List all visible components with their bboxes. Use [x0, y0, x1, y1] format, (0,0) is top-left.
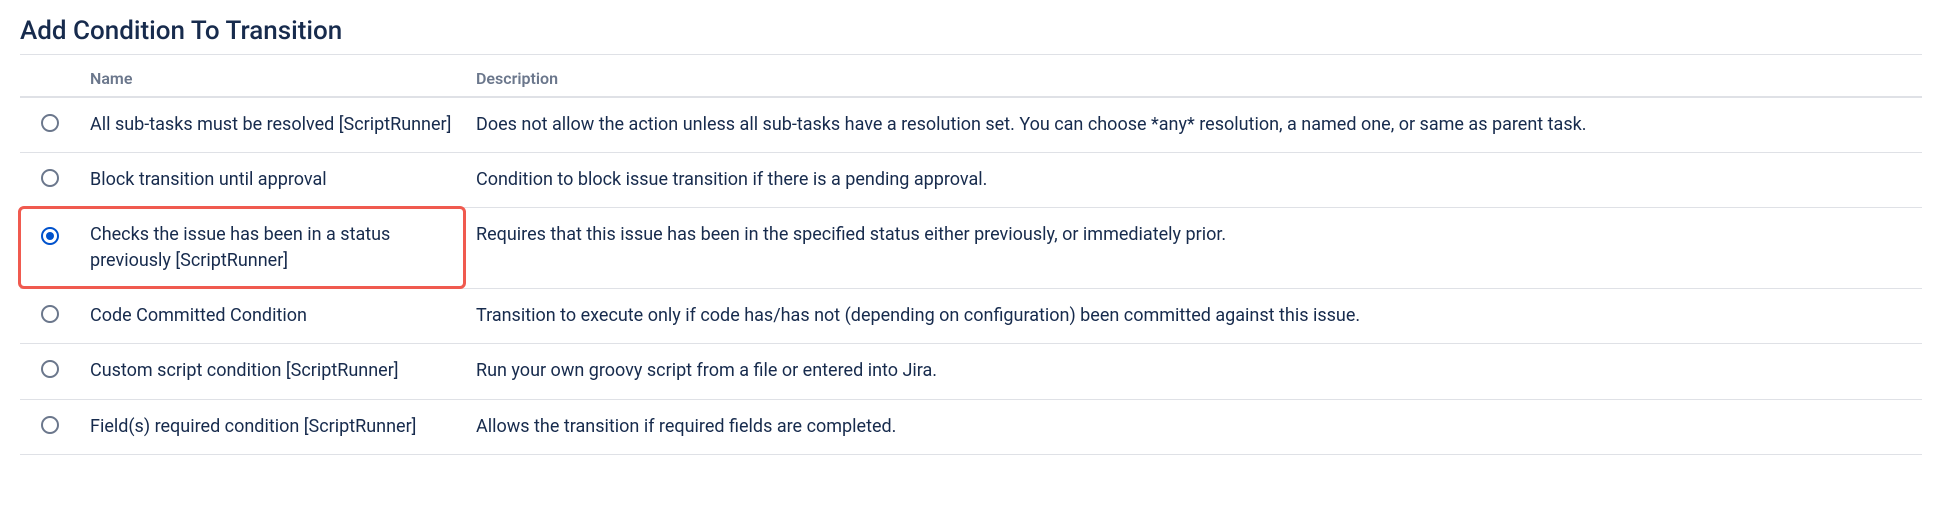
table-row[interactable]: Field(s) required condition [ScriptRunne… [20, 399, 1922, 454]
condition-table-wrap: Name Description All sub-tasks must be r… [20, 55, 1922, 455]
table-row[interactable]: Custom script condition [ScriptRunner]Ru… [20, 344, 1922, 399]
table-row[interactable]: Code Committed ConditionTransition to ex… [20, 289, 1922, 344]
condition-description: Allows the transition if required fields… [466, 399, 1922, 454]
condition-radio[interactable] [41, 114, 59, 132]
condition-description: Requires that this issue has been in the… [466, 208, 1922, 289]
table-row[interactable]: Block transition until approvalCondition… [20, 153, 1922, 208]
condition-name: Checks the issue has been in a status pr… [80, 208, 466, 289]
condition-description: Transition to execute only if code has/h… [466, 289, 1922, 344]
header-radio [20, 55, 80, 97]
condition-radio[interactable] [41, 360, 59, 378]
table-row[interactable]: All sub-tasks must be resolved [ScriptRu… [20, 97, 1922, 153]
radio-cell [20, 289, 80, 344]
table-header-row: Name Description [20, 55, 1922, 97]
radio-cell [20, 208, 80, 289]
radio-dot-icon [46, 232, 54, 240]
condition-name: Code Committed Condition [80, 289, 466, 344]
radio-cell [20, 344, 80, 399]
header-description: Description [466, 55, 1922, 97]
condition-name: Block transition until approval [80, 153, 466, 208]
header-name: Name [80, 55, 466, 97]
condition-description: Condition to block issue transition if t… [466, 153, 1922, 208]
condition-name: Custom script condition [ScriptRunner] [80, 344, 466, 399]
condition-description: Run your own groovy script from a file o… [466, 344, 1922, 399]
radio-cell [20, 97, 80, 153]
condition-radio[interactable] [41, 227, 59, 245]
condition-radio[interactable] [41, 416, 59, 434]
radio-cell [20, 153, 80, 208]
radio-cell [20, 399, 80, 454]
condition-table-body: All sub-tasks must be resolved [ScriptRu… [20, 97, 1922, 454]
table-row[interactable]: Checks the issue has been in a status pr… [20, 208, 1922, 289]
condition-name: All sub-tasks must be resolved [ScriptRu… [80, 97, 466, 153]
condition-radio[interactable] [41, 305, 59, 323]
condition-description: Does not allow the action unless all sub… [466, 97, 1922, 153]
condition-radio[interactable] [41, 169, 59, 187]
condition-table: Name Description All sub-tasks must be r… [20, 55, 1922, 455]
page-title: Add Condition To Transition [20, 10, 1922, 55]
condition-name: Field(s) required condition [ScriptRunne… [80, 399, 466, 454]
